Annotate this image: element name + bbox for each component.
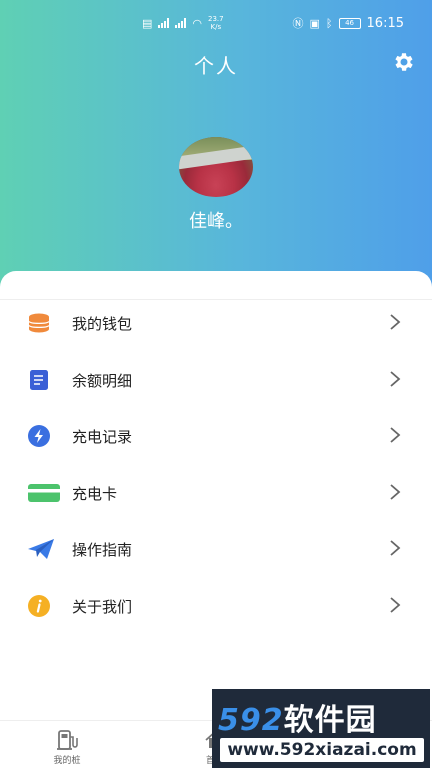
profile-header: ▤ ◠ 23.7 K/s Ⓝ ▣ ᛒ 46 16:15 个人 佳峰。 <box>0 0 432 300</box>
settings-gear-icon[interactable] <box>392 50 416 74</box>
menu-item-label: 关于我们 <box>72 598 133 616</box>
bluetooth-icon: ᛒ <box>325 16 333 30</box>
status-left: ▤ ◠ 23.7 K/s <box>142 15 224 31</box>
wifi-icon: ◠ <box>192 16 203 30</box>
hd-icon: ▤ <box>142 16 153 30</box>
menu-item-balance-detail[interactable]: 余额明细 <box>0 355 432 405</box>
avatar[interactable] <box>179 137 253 197</box>
signal-icon <box>158 18 170 28</box>
watermark-digits: 592 <box>218 703 284 738</box>
nfc-icon: Ⓝ <box>292 17 304 30</box>
wallet-icon <box>28 313 50 333</box>
menu-item-wallet[interactable]: 我的钱包 <box>0 298 432 348</box>
tab-label: 我的桩 <box>53 756 81 766</box>
status-right: Ⓝ ▣ ᛒ 46 16:15 <box>293 15 404 31</box>
status-bar: ▤ ◠ 23.7 K/s Ⓝ ▣ ᛒ 46 16:15 <box>0 0 432 46</box>
net-speed-unit: K/s <box>210 23 222 31</box>
signal-2-icon <box>175 18 187 28</box>
status-time: 16:15 <box>366 15 404 31</box>
watermark-brand: 软件园 <box>283 703 377 738</box>
info-icon <box>28 595 50 617</box>
charge-record-icon <box>28 425 50 447</box>
battery-icon: 46 <box>338 17 361 29</box>
menu-item-label: 操作指南 <box>72 541 133 559</box>
watermark-url: www.592xiazai.com <box>220 738 424 762</box>
menu-item-charge-card[interactable]: 充电卡 <box>0 468 432 518</box>
chevron-right-icon <box>390 540 401 556</box>
balance-detail-icon <box>30 370 48 390</box>
net-speed: 23.7 K/s <box>208 15 224 31</box>
charge-card-icon <box>28 484 60 502</box>
net-speed-value: 23.7 <box>208 15 224 23</box>
menu-card: 我的钱包 余额明细 充电记录 充电卡 操作指南 关于我们 <box>0 271 432 721</box>
chevron-right-icon <box>390 597 401 613</box>
chevron-right-icon <box>390 484 401 500</box>
menu-item-label: 我的钱包 <box>72 315 133 333</box>
watermark-logo: 592软件园 <box>218 695 377 739</box>
chevron-right-icon <box>390 371 401 387</box>
site-watermark: 592软件园 www.592xiazai.com <box>212 689 430 768</box>
menu-item-label: 充电卡 <box>72 485 118 503</box>
tab-my-pile[interactable]: 我的桩 <box>32 725 102 768</box>
charging-pile-icon <box>57 730 78 750</box>
menu-item-charge-record[interactable]: 充电记录 <box>0 411 432 461</box>
menu-item-guide[interactable]: 操作指南 <box>0 524 432 574</box>
page-title: 个人 <box>194 54 238 78</box>
menu-item-label: 余额明细 <box>72 372 133 390</box>
paper-plane-icon <box>28 539 54 559</box>
chevron-right-icon <box>390 314 401 330</box>
chevron-right-icon <box>390 427 401 443</box>
menu-item-about[interactable]: 关于我们 <box>0 581 432 631</box>
menu-item-label: 充电记录 <box>72 428 133 446</box>
user-nickname: 佳峰。 <box>189 211 243 232</box>
vibrate-icon: ▣ <box>309 16 320 30</box>
